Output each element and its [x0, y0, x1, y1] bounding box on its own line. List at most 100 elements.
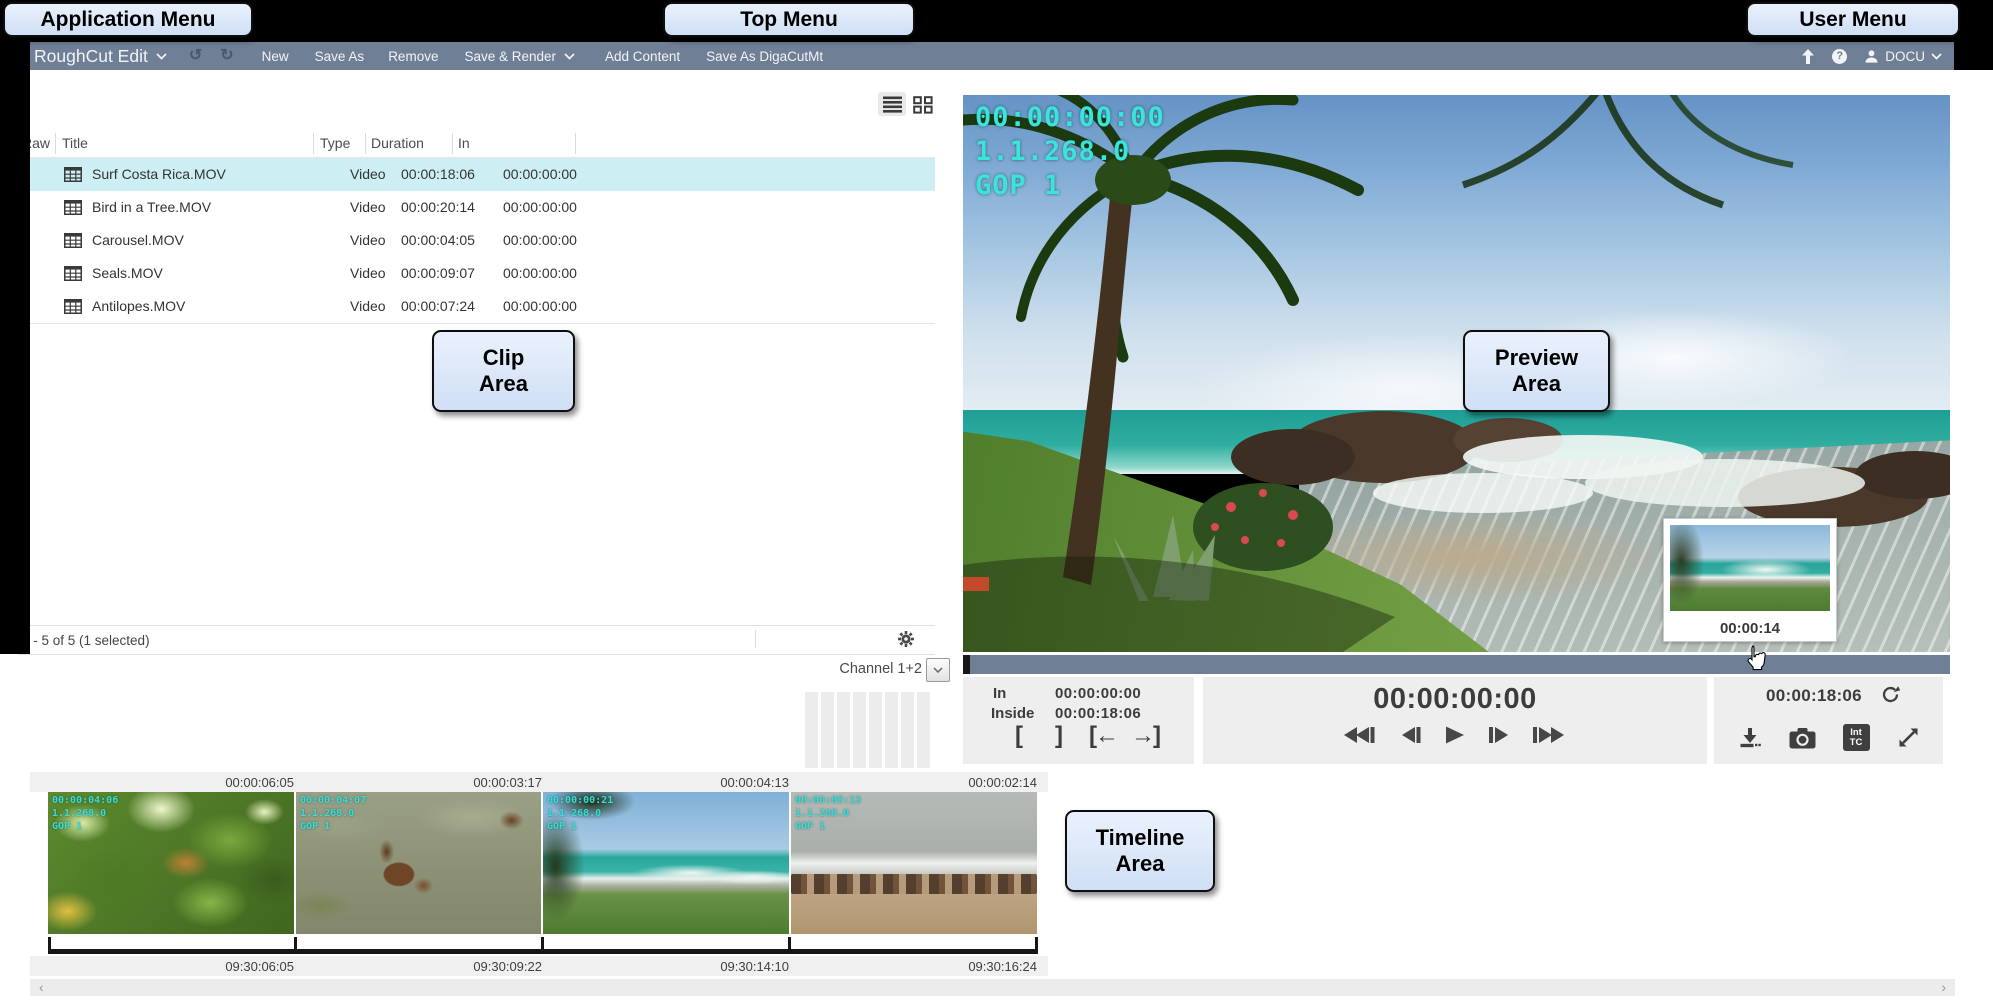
column-header-duration[interactable]: Duration	[371, 135, 424, 151]
ruler-tick	[788, 937, 791, 950]
column-header-type[interactable]: Type	[320, 135, 350, 151]
gear-icon[interactable]	[897, 630, 915, 648]
clip-in: 00:00:00:00	[503, 232, 577, 248]
help-icon[interactable]: ?	[1832, 49, 1847, 64]
clip-duration: 00:00:18:06	[401, 166, 475, 182]
transport-buttons	[1344, 724, 1567, 746]
clip-in: 00:00:00:00	[503, 265, 577, 281]
loop-icon[interactable]	[1880, 684, 1901, 705]
callout-line: Timeline	[1096, 825, 1185, 851]
preview-overlay-timecode: 00:00:00:00	[975, 101, 1165, 135]
table-row[interactable]: Seals.MOV Video 00:00:09:07 00:00:00:00	[30, 257, 935, 291]
table-row[interactable]: Carousel.MOV Video 00:00:04:05 00:00:00:…	[30, 224, 935, 258]
list-view-toggle[interactable]	[878, 92, 906, 116]
table-row[interactable]: Surf Costa Rica.MOV Video 00:00:18:06 00…	[30, 158, 935, 192]
clip-duration: 00:00:07:24	[401, 298, 475, 314]
clip-end-timecode: 09:30:14:10	[543, 959, 789, 974]
clip-overlay: 00:00:05:131.1.268.0GOP 1	[795, 794, 861, 833]
clip-duration-label: 00:00:04:13	[543, 775, 789, 790]
callout-line: Area	[479, 371, 528, 397]
play-button[interactable]	[1446, 724, 1465, 746]
save-as-button[interactable]: Save As	[315, 49, 365, 64]
callout-line: Clip	[483, 345, 525, 371]
mark-in-button[interactable]: [	[1015, 721, 1021, 751]
clip-list-status-bar: 1 - 5 of 5 (1 selected)	[18, 625, 935, 655]
ruler-tick	[48, 937, 51, 950]
toolbar-right-group: ? DOCU	[1801, 49, 1954, 64]
timeline-clip[interactable]: 00:00:04:071.1.268.0GOP 1	[296, 792, 541, 934]
duration-panel: 00:00:18:06 Int TC	[1714, 677, 1943, 764]
timeline-scrollbar[interactable]: ‹ ›	[30, 979, 1955, 996]
user-menu-button[interactable]: DOCU	[1864, 49, 1942, 64]
save-render-button[interactable]: Save & Render	[464, 49, 575, 64]
column-header-in[interactable]: In	[458, 135, 470, 151]
clip-title: Carousel.MOV	[92, 232, 184, 248]
clip-table-icon	[64, 233, 82, 248]
list-view-icon	[883, 96, 902, 113]
skip-end-button[interactable]	[1533, 724, 1567, 746]
fullscreen-icon[interactable]	[1897, 726, 1920, 749]
table-row[interactable]: Antilopes.MOV Video 00:00:07:24 00:00:00…	[30, 290, 935, 324]
timeline-clip[interactable]: 00:00:05:131.1.268.0GOP 1	[791, 792, 1037, 934]
callout-clip-area: Clip Area	[432, 330, 575, 412]
grid-view-toggle[interactable]	[911, 94, 935, 115]
remove-button[interactable]: Remove	[388, 49, 438, 64]
in-label: In	[993, 685, 1006, 702]
skip-start-button[interactable]	[1344, 724, 1378, 746]
goto-out-button[interactable]: →]	[1131, 721, 1159, 751]
table-row[interactable]: Bird in a Tree.MOV Video 00:00:20:14 00:…	[30, 191, 935, 225]
timeline-clip[interactable]: 00:00:00:211.1.268.0GOP 1	[543, 792, 789, 934]
in-value: 00:00:00:00	[1055, 685, 1141, 702]
clip-title: Antilopes.MOV	[92, 298, 185, 314]
seek-position-cursor[interactable]	[963, 655, 970, 674]
timeline-clip[interactable]: 00:00:04:061.1.268.0GOP 1	[48, 792, 294, 934]
clip-title: Seals.MOV	[92, 265, 163, 281]
chevron-down-icon	[156, 53, 167, 60]
step-back-button[interactable]	[1402, 724, 1422, 746]
ruler-tick	[541, 937, 544, 950]
clip-in: 00:00:00:00	[503, 166, 577, 182]
mark-out-button[interactable]: ]	[1055, 721, 1061, 751]
column-separator	[575, 133, 576, 154]
grid-view-icon	[913, 96, 933, 114]
internal-timecode-toggle[interactable]: Int TC	[1843, 724, 1870, 751]
scroll-right-icon[interactable]: ›	[1932, 979, 1955, 996]
current-timecode: 00:00:00:00	[1373, 683, 1537, 716]
clip-image-detail	[791, 874, 1037, 894]
camera-snapshot-icon[interactable]	[1789, 727, 1816, 749]
clip-in: 00:00:00:00	[503, 298, 577, 314]
callout-line: Area	[1116, 851, 1165, 877]
chevron-down-icon	[1931, 53, 1942, 60]
chevron-down-icon	[564, 53, 575, 60]
callout-preview-area: Preview Area	[1463, 330, 1610, 412]
add-content-button[interactable]: Add Content	[605, 49, 680, 64]
download-icon[interactable]	[1738, 726, 1762, 750]
ruler-tick	[294, 937, 297, 950]
column-header-title[interactable]: Title	[62, 135, 88, 151]
app-title: RoughCut Edit	[34, 46, 148, 67]
clip-title: Surf Costa Rica.MOV	[92, 166, 226, 182]
clip-type: Video	[350, 298, 386, 314]
toolbar: RoughCut Edit ↺ ↻ New Save As Remove Sav…	[30, 42, 1954, 70]
clip-title: Bird in a Tree.MOV	[92, 199, 211, 215]
clip-table-icon	[64, 167, 82, 182]
transport-panel: 00:00:00:00	[1203, 677, 1707, 764]
column-separator	[55, 133, 56, 154]
preview-viewport[interactable]: 00:00:00:00 1.1.268.0 GOP 1 00:00:14	[963, 95, 1950, 652]
clip-end-timecode: 09:30:06:05	[48, 959, 294, 974]
upload-icon[interactable]	[1801, 49, 1815, 64]
app-title-menu[interactable]: RoughCut Edit	[34, 46, 167, 67]
channel-label: Channel 1+2	[790, 661, 922, 677]
chevron-down-icon	[933, 667, 943, 673]
new-button[interactable]: New	[262, 49, 289, 64]
save-as-digacutmt-button[interactable]: Save As DigaCutMt	[706, 49, 823, 64]
channel-select[interactable]	[926, 658, 950, 682]
user-icon	[1864, 49, 1879, 64]
goto-in-button[interactable]: [←	[1089, 721, 1117, 751]
clip-in: 00:00:00:00	[503, 199, 577, 215]
undo-icon[interactable]: ↺	[189, 48, 202, 64]
preview-seek-bar[interactable]	[963, 655, 1950, 674]
step-forward-button[interactable]	[1489, 724, 1509, 746]
redo-icon[interactable]: ↻	[220, 48, 233, 64]
scroll-left-icon[interactable]: ‹	[30, 979, 53, 996]
